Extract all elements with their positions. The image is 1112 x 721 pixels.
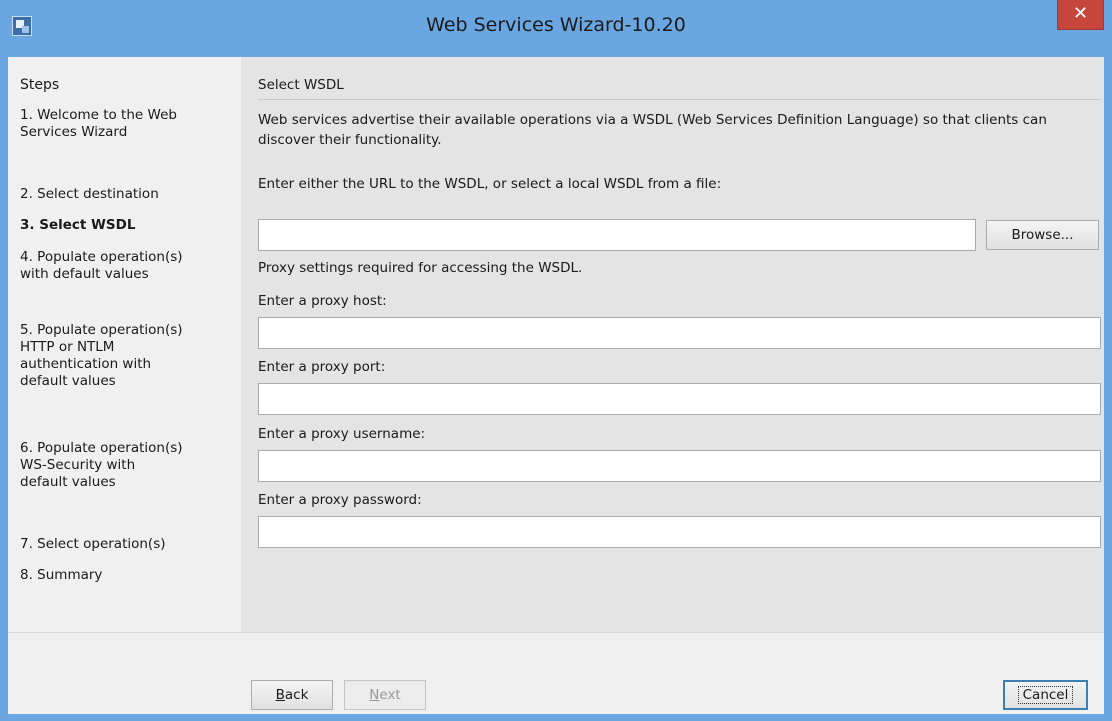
section-divider [258,99,1100,100]
browse-button[interactable]: Browse... [986,220,1099,250]
back-button[interactable]: Back [251,680,333,710]
back-label-rest: ack [284,687,309,703]
cancel-button[interactable]: Cancel [1003,680,1088,710]
wsdl-description: Web services advertise their available o… [258,112,1047,148]
url-prompt: Enter either the URL to the WSDL, or sel… [258,176,722,192]
next-button[interactable]: Next [344,680,426,710]
step-select-destination: 2. Select destination [20,186,159,202]
steps-header: Steps [20,77,60,93]
steps-panel: Steps 1. Welcome to the Web Services Wiz… [8,57,241,632]
proxy-port-input[interactable] [258,383,1101,415]
step-select-wsdl: 3. Select WSDL [20,217,136,233]
wizard-footer: Back Next Cancel [8,632,1104,714]
step-welcome: 1. Welcome to the Web Services Wizard [20,107,177,140]
proxy-host-label: Enter a proxy host: [258,293,387,309]
step-populate-http-ntlm: 5. Populate operation(s) HTTP or NTLM au… [20,322,183,389]
cancel-label: Cancel [1017,686,1074,704]
proxy-host-input[interactable] [258,317,1101,349]
proxy-password-label: Enter a proxy password: [258,492,422,508]
title-bar[interactable]: Web Services Wizard-10.20 ✕ [0,0,1112,57]
content-panel: Select WSDL Web services advertise their… [241,57,1104,632]
proxy-username-input[interactable] [258,450,1101,482]
next-label-rest: ext [379,687,401,703]
proxy-note: Proxy settings required for accessing th… [258,260,583,276]
step-summary: 8. Summary [20,567,103,583]
proxy-username-label: Enter a proxy username: [258,426,426,442]
step-select-operations: 7. Select operation(s) [20,536,166,552]
back-mnemonic: B [275,687,285,703]
window-title: Web Services Wizard-10.20 [426,14,686,36]
proxy-port-label: Enter a proxy port: [258,359,386,375]
section-title: Select WSDL [258,77,344,93]
close-button[interactable]: ✕ [1057,0,1104,30]
next-mnemonic: N [369,687,380,703]
proxy-password-input[interactable] [258,516,1101,548]
step-populate-ws-security: 6. Populate operation(s) WS-Security wit… [20,440,183,490]
wsdl-url-input[interactable] [258,219,976,251]
step-populate-defaults: 4. Populate operation(s) with default va… [20,249,183,282]
wizard-body: Steps 1. Welcome to the Web Services Wiz… [8,57,1104,714]
